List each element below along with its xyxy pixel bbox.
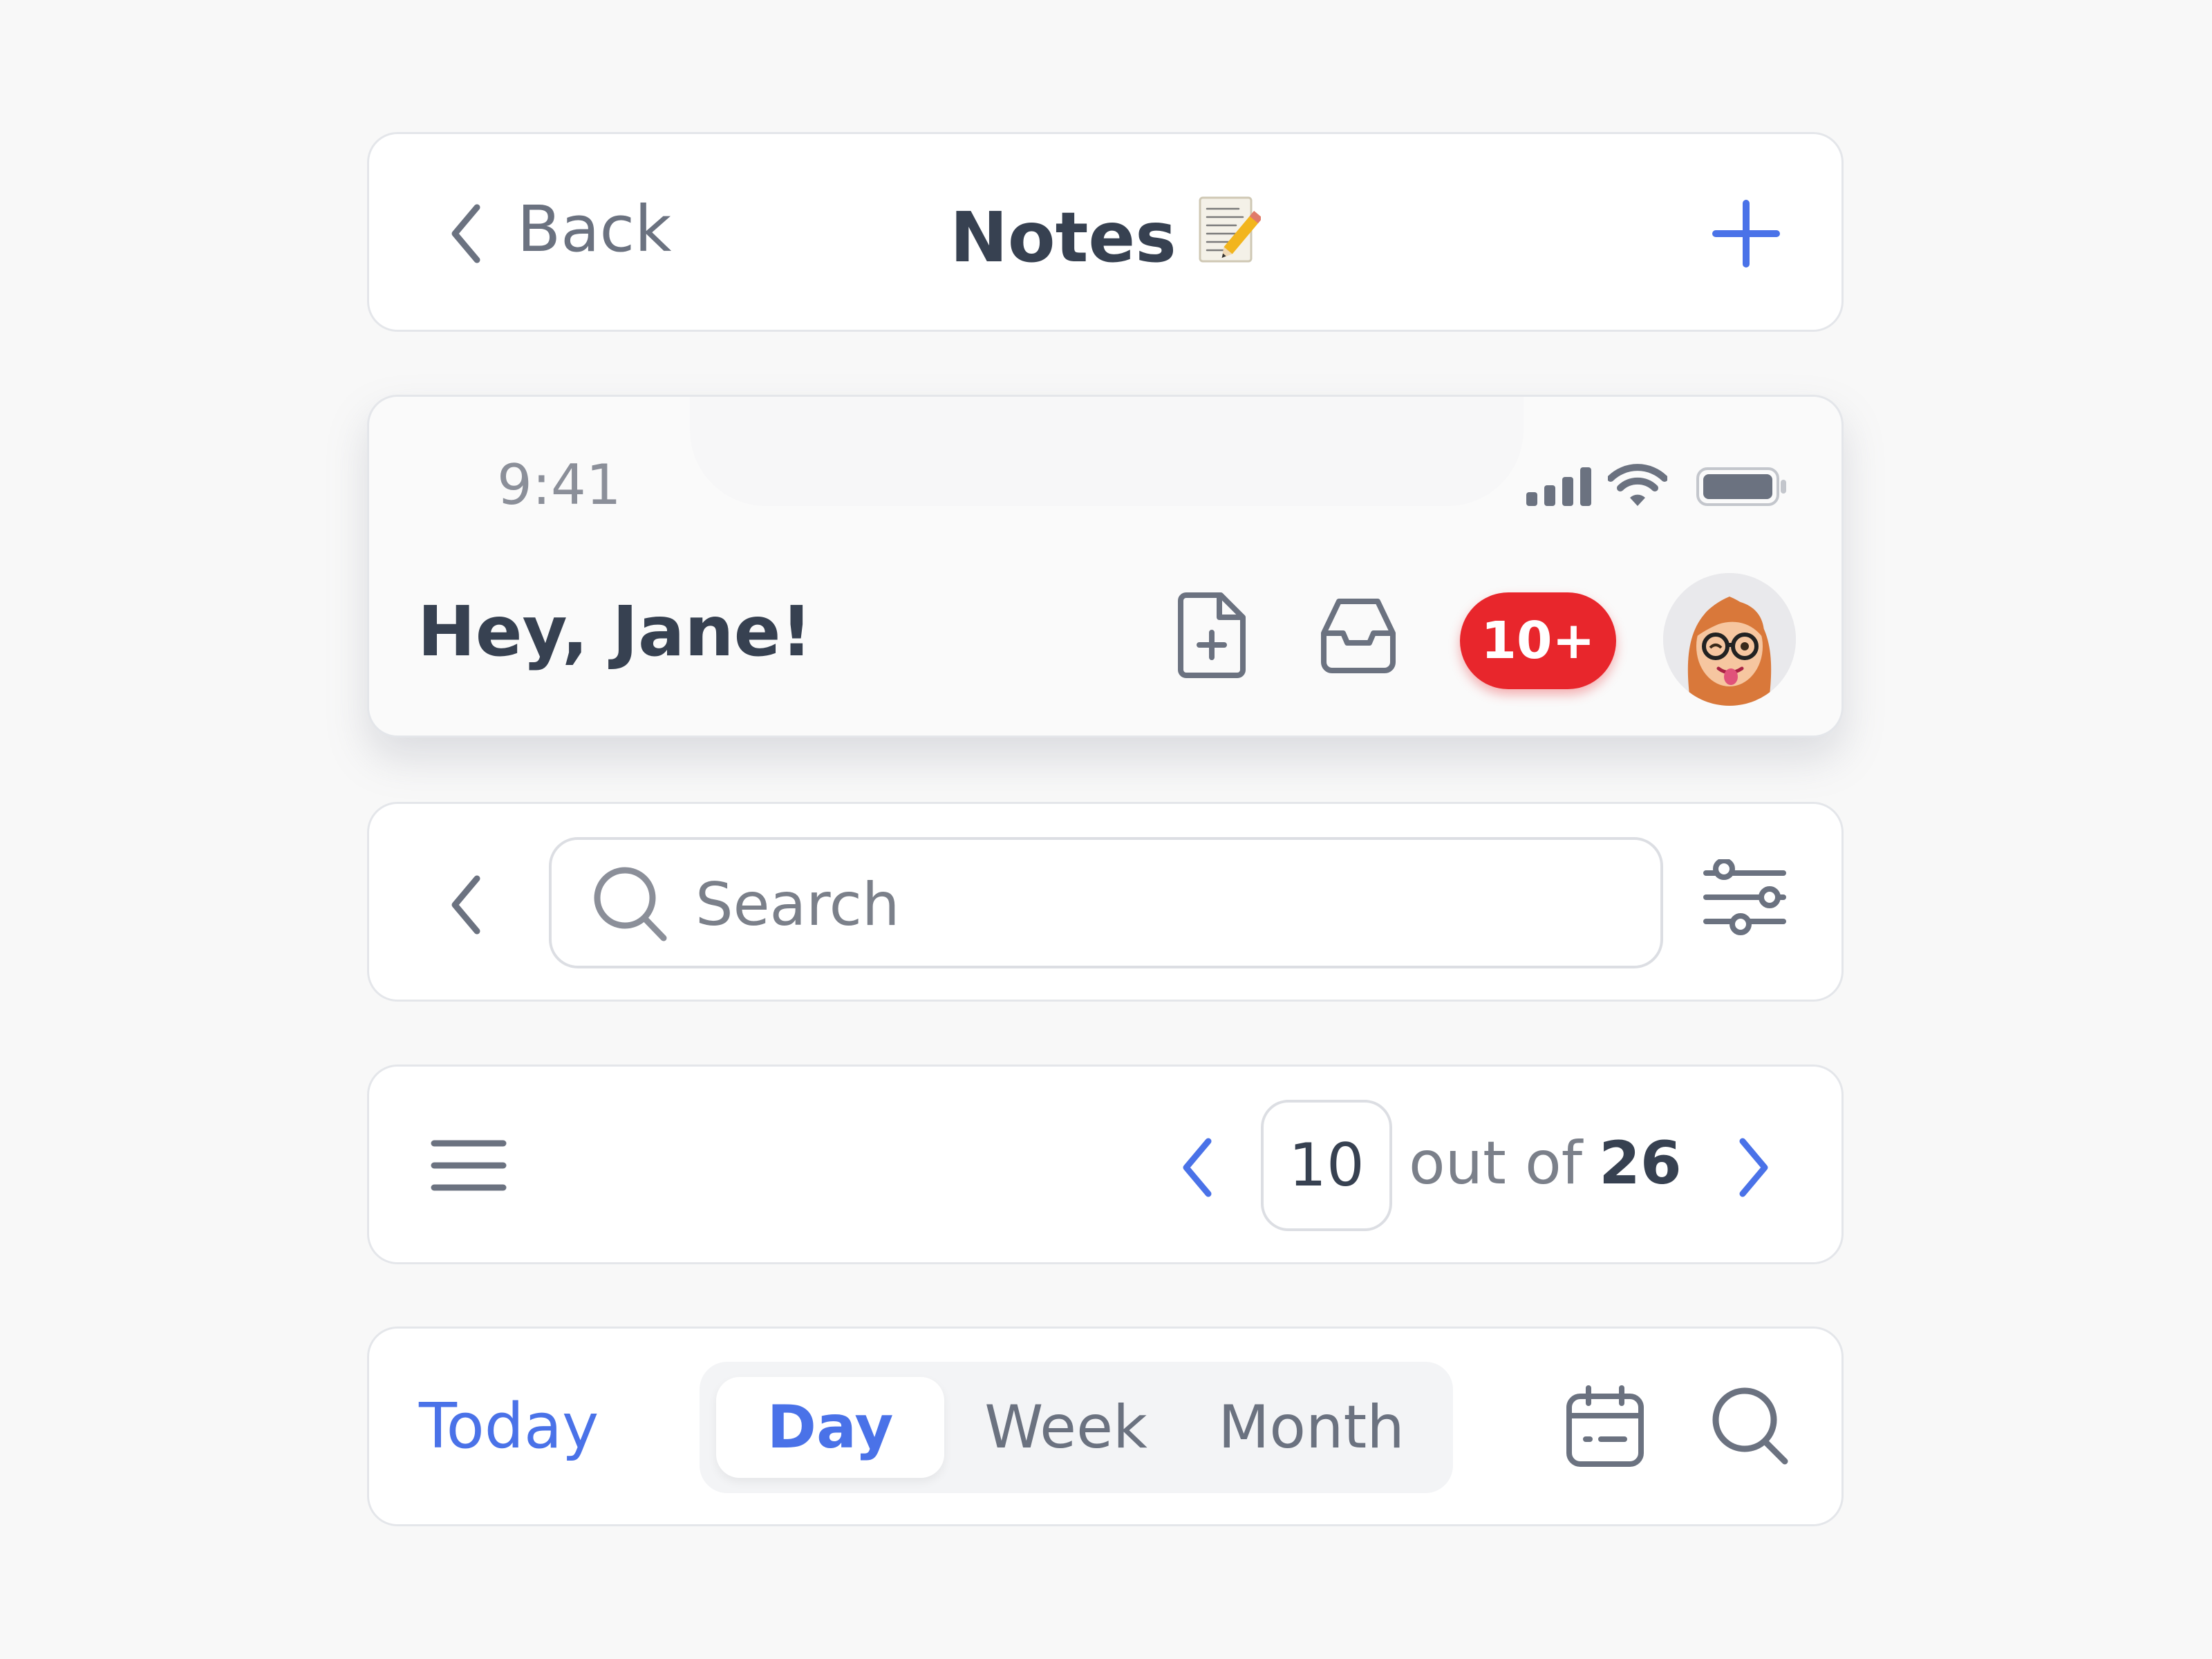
out-of-label: out of <box>1409 1129 1583 1198</box>
view-segmented-control: Day Week Month <box>700 1362 1453 1493</box>
next-page-button[interactable] <box>1734 1134 1773 1203</box>
filter-sliders-icon[interactable] <box>1702 858 1788 938</box>
chevron-left-icon[interactable] <box>447 872 485 941</box>
battery-icon <box>1696 467 1788 509</box>
total-pages: 26 <box>1599 1129 1682 1198</box>
new-document-icon <box>1178 592 1246 678</box>
search-bar <box>367 802 1844 1002</box>
chevron-right-icon <box>1739 1138 1768 1197</box>
home-header: 9:41 Hey, Jane! 10+ <box>367 395 1844 738</box>
device-notch <box>690 397 1524 506</box>
calendar-icon[interactable] <box>1565 1385 1645 1471</box>
greeting-title: Hey, Jane! <box>418 591 813 672</box>
inbox-icon <box>1321 599 1396 673</box>
notification-badge[interactable]: 10+ <box>1460 592 1616 689</box>
chevron-left-icon <box>1183 1138 1212 1197</box>
notes-nav-bar: Back Notes <box>367 132 1844 332</box>
memo-icon <box>1197 195 1263 267</box>
status-time: 9:41 <box>497 453 621 517</box>
today-button[interactable]: Today <box>419 1396 599 1458</box>
previous-page-button[interactable] <box>1178 1134 1217 1203</box>
calendar-bar: Today Day Week Month <box>367 1327 1844 1526</box>
wifi-icon <box>1607 463 1668 510</box>
page-title: Notes <box>950 197 1177 278</box>
plus-icon <box>1712 200 1780 268</box>
memoji-avatar-icon <box>1663 573 1796 706</box>
search-field[interactable] <box>549 837 1663 968</box>
menu-icon[interactable] <box>430 1138 507 1196</box>
page-count-label: out of 26 <box>1409 1134 1682 1193</box>
cellular-signal-icon <box>1525 465 1594 510</box>
add-note-button[interactable] <box>1710 198 1782 272</box>
segment-month[interactable]: Month <box>1190 1377 1432 1478</box>
segment-week[interactable]: Week <box>962 1377 1170 1478</box>
avatar[interactable] <box>1663 573 1796 706</box>
segment-day[interactable]: Day <box>716 1377 944 1478</box>
search-input[interactable] <box>695 870 1594 939</box>
pagination-bar: 10 out of 26 <box>367 1065 1844 1264</box>
current-page-field[interactable]: 10 <box>1261 1100 1392 1231</box>
page-title-wrap: Notes <box>369 195 1841 272</box>
inbox-button[interactable] <box>1320 597 1397 677</box>
search-icon <box>592 865 669 948</box>
new-document-button[interactable] <box>1178 592 1247 681</box>
search-icon[interactable] <box>1710 1385 1790 1470</box>
